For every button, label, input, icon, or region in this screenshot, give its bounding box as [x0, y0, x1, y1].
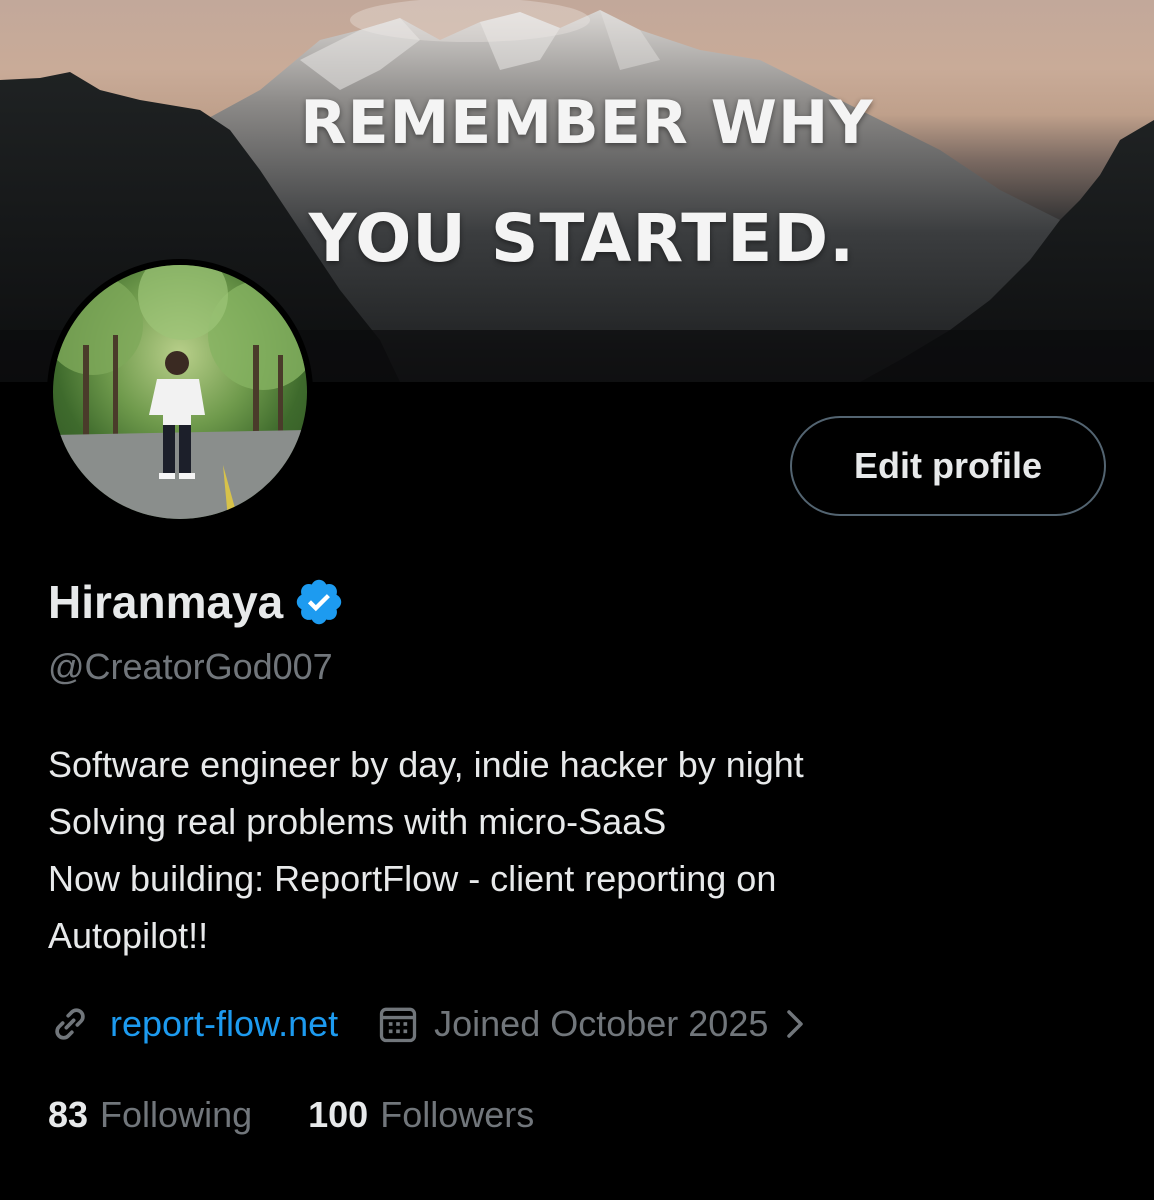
chevron-right-icon — [780, 1004, 810, 1044]
bio-line: Software engineer by day, indie hacker b… — [48, 744, 804, 785]
bio-line: Now building: ReportFlow - client report… — [48, 858, 777, 899]
profile-meta: report-flow.net Joined October 2025 — [48, 998, 810, 1050]
link-icon — [48, 1002, 92, 1046]
following-stat[interactable]: 83 Following — [48, 1094, 252, 1136]
bio: Software engineer by day, indie hacker b… — [48, 736, 1108, 964]
avatar-photo — [53, 265, 307, 519]
name-row: Hiranmaya — [48, 572, 345, 632]
verified-badge-icon[interactable] — [293, 576, 345, 628]
bio-line: Autopilot!! — [48, 915, 209, 956]
followers-stat[interactable]: 100 Followers — [308, 1094, 534, 1136]
joined-date[interactable]: Joined October 2025 — [376, 1002, 810, 1046]
avatar[interactable] — [47, 259, 313, 525]
bio-line: Solving real problems with micro-SaaS — [48, 801, 667, 842]
followers-count: 100 — [308, 1094, 369, 1135]
following-count: 83 — [48, 1094, 89, 1135]
display-name: Hiranmaya — [48, 576, 284, 628]
followers-label: Followers — [380, 1094, 535, 1135]
website-link[interactable]: report-flow.net — [110, 1003, 338, 1045]
banner-line-1: REMEMBER WHY — [300, 88, 874, 158]
edit-profile-button[interactable]: Edit profile — [790, 416, 1106, 516]
following-label: Following — [100, 1094, 253, 1135]
profile-stats: 83 Following 100 Followers — [48, 1094, 534, 1136]
calendar-icon — [376, 1002, 420, 1046]
joined-text: Joined October 2025 — [434, 1003, 769, 1044]
user-handle: @CreatorGod007 — [48, 646, 333, 687]
